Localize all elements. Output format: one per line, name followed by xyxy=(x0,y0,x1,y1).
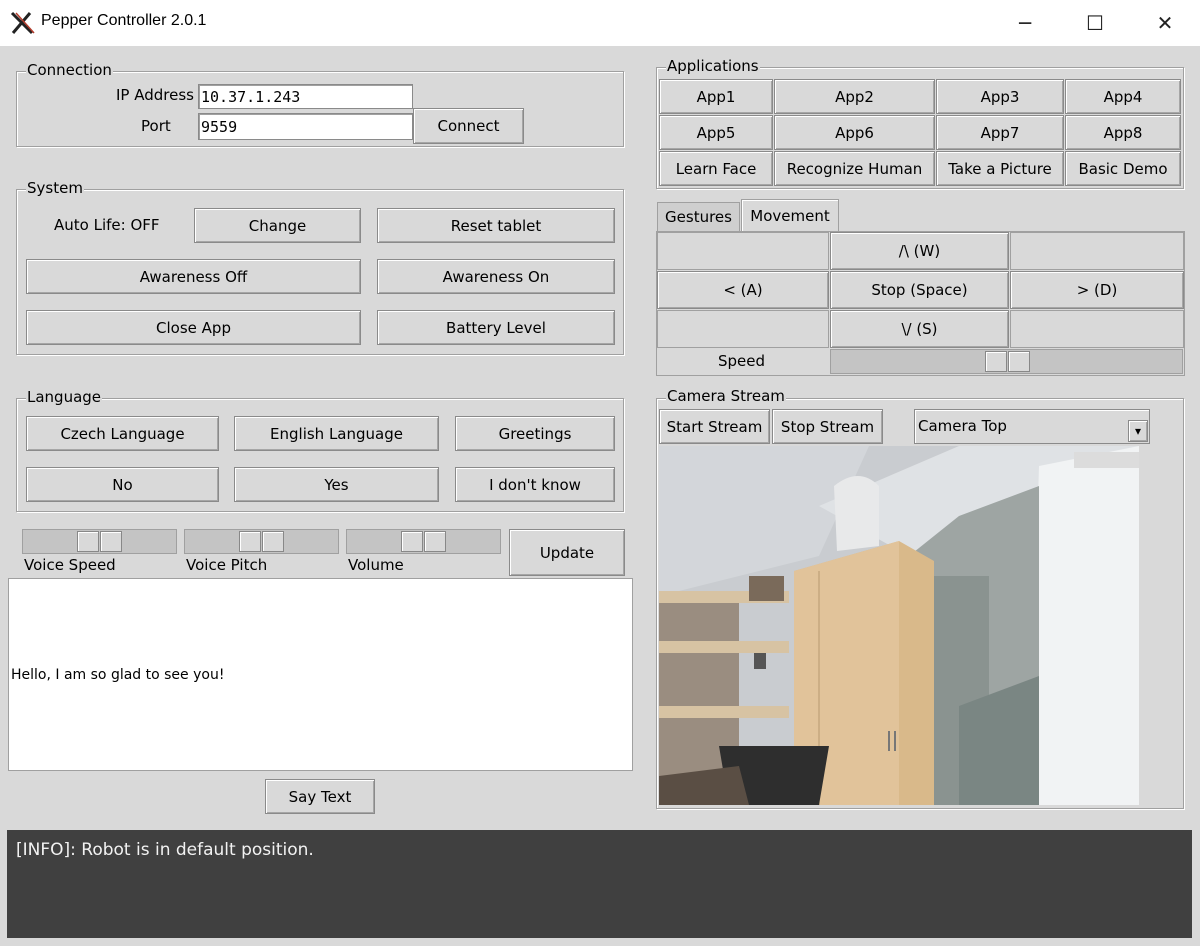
camera-select[interactable]: Camera Top ▾ xyxy=(914,409,1150,444)
applications-legend: Applications xyxy=(666,57,760,75)
voice-speed-slider[interactable] xyxy=(22,529,177,554)
camera-image xyxy=(659,446,1139,805)
czech-language-button[interactable]: Czech Language xyxy=(26,416,219,451)
camera-select-value: Camera Top xyxy=(918,417,1007,435)
app2-button[interactable]: App2 xyxy=(774,79,935,114)
movement-empty-cell xyxy=(657,232,829,270)
minimize-button[interactable]: ─ xyxy=(990,0,1060,46)
reset-tablet-button[interactable]: Reset tablet xyxy=(377,208,615,243)
window-title: Pepper Controller 2.0.1 xyxy=(41,12,207,29)
greetings-button[interactable]: Greetings xyxy=(455,416,615,451)
voice-speed-handle[interactable] xyxy=(77,531,99,552)
move-left-button[interactable]: < (A) xyxy=(657,271,829,309)
voice-pitch-label: Voice Pitch xyxy=(186,556,268,574)
awareness-on-button[interactable]: Awareness On xyxy=(377,259,615,294)
english-language-button[interactable]: English Language xyxy=(234,416,439,451)
change-button[interactable]: Change xyxy=(194,208,361,243)
move-right-button[interactable]: > (D) xyxy=(1010,271,1184,309)
take-picture-button[interactable]: Take a Picture xyxy=(936,151,1064,186)
yes-button[interactable]: Yes xyxy=(234,467,439,502)
stop-button[interactable]: Stop (Space) xyxy=(830,271,1009,309)
start-stream-button[interactable]: Start Stream xyxy=(659,409,770,444)
basic-demo-button[interactable]: Basic Demo xyxy=(1065,151,1181,186)
app6-button[interactable]: App6 xyxy=(774,115,935,150)
stop-stream-button[interactable]: Stop Stream xyxy=(772,409,883,444)
speed-label: Speed xyxy=(718,352,766,370)
connect-button[interactable]: Connect xyxy=(413,108,524,144)
say-text-area[interactable]: Hello, I am so glad to see you! xyxy=(8,578,633,771)
voice-pitch-handle[interactable] xyxy=(239,531,261,552)
voice-pitch-slider[interactable] xyxy=(184,529,339,554)
close-button[interactable]: ✕ xyxy=(1130,0,1200,46)
battery-level-button[interactable]: Battery Level xyxy=(377,310,615,345)
learn-face-button[interactable]: Learn Face xyxy=(659,151,773,186)
tab-gestures[interactable]: Gestures xyxy=(657,202,740,231)
volume-handle[interactable] xyxy=(401,531,423,552)
update-button[interactable]: Update xyxy=(509,529,625,576)
auto-life-label: Auto Life: OFF xyxy=(54,216,160,234)
movement-speed-handle[interactable] xyxy=(1008,351,1030,372)
awareness-off-button[interactable]: Awareness Off xyxy=(26,259,361,294)
movement-speed-handle[interactable] xyxy=(985,351,1007,372)
connection-legend: Connection xyxy=(26,61,113,79)
port-input[interactable]: 9559 xyxy=(198,113,413,140)
voice-pitch-handle[interactable] xyxy=(262,531,284,552)
ip-address-label: IP Address xyxy=(116,86,194,104)
movement-speed-slider[interactable] xyxy=(830,349,1183,374)
say-text-content: Hello, I am so glad to see you! xyxy=(11,666,225,683)
move-forward-button[interactable]: /\ (W) xyxy=(830,232,1009,270)
app1-button[interactable]: App1 xyxy=(659,79,773,114)
movement-empty-cell xyxy=(657,310,829,348)
app8-button[interactable]: App8 xyxy=(1065,115,1181,150)
maximize-button[interactable]: ☐ xyxy=(1060,0,1130,46)
ip-address-input[interactable]: 10.37.1.243 xyxy=(198,84,413,109)
say-text-button[interactable]: Say Text xyxy=(265,779,375,814)
move-backward-button[interactable]: \/ (S) xyxy=(830,310,1009,348)
volume-slider[interactable] xyxy=(346,529,501,554)
system-legend: System xyxy=(26,179,84,197)
app5-button[interactable]: App5 xyxy=(659,115,773,150)
movement-empty-cell xyxy=(1010,232,1184,270)
volume-label: Volume xyxy=(348,556,404,574)
log-text: [INFO]: Robot is in default position. xyxy=(16,840,314,860)
voice-speed-handle[interactable] xyxy=(100,531,122,552)
volume-handle[interactable] xyxy=(424,531,446,552)
language-legend: Language xyxy=(26,388,103,406)
tab-movement[interactable]: Movement xyxy=(741,199,839,232)
voice-speed-label: Voice Speed xyxy=(24,556,116,574)
app7-button[interactable]: App7 xyxy=(936,115,1064,150)
port-label: Port xyxy=(141,117,171,135)
dont-know-button[interactable]: I don't know xyxy=(455,467,615,502)
app-x-icon xyxy=(10,11,35,35)
recognize-human-button[interactable]: Recognize Human xyxy=(774,151,935,186)
no-button[interactable]: No xyxy=(26,467,219,502)
movement-empty-cell xyxy=(1010,310,1184,348)
title-bar: Pepper Controller 2.0.1 ─ ☐ ✕ xyxy=(0,0,1200,46)
app3-button[interactable]: App3 xyxy=(936,79,1064,114)
log-area: [INFO]: Robot is in default position. xyxy=(7,830,1192,938)
camera-legend: Camera Stream xyxy=(666,387,786,405)
chevron-down-icon[interactable]: ▾ xyxy=(1128,420,1148,442)
close-app-button[interactable]: Close App xyxy=(26,310,361,345)
app4-button[interactable]: App4 xyxy=(1065,79,1181,114)
